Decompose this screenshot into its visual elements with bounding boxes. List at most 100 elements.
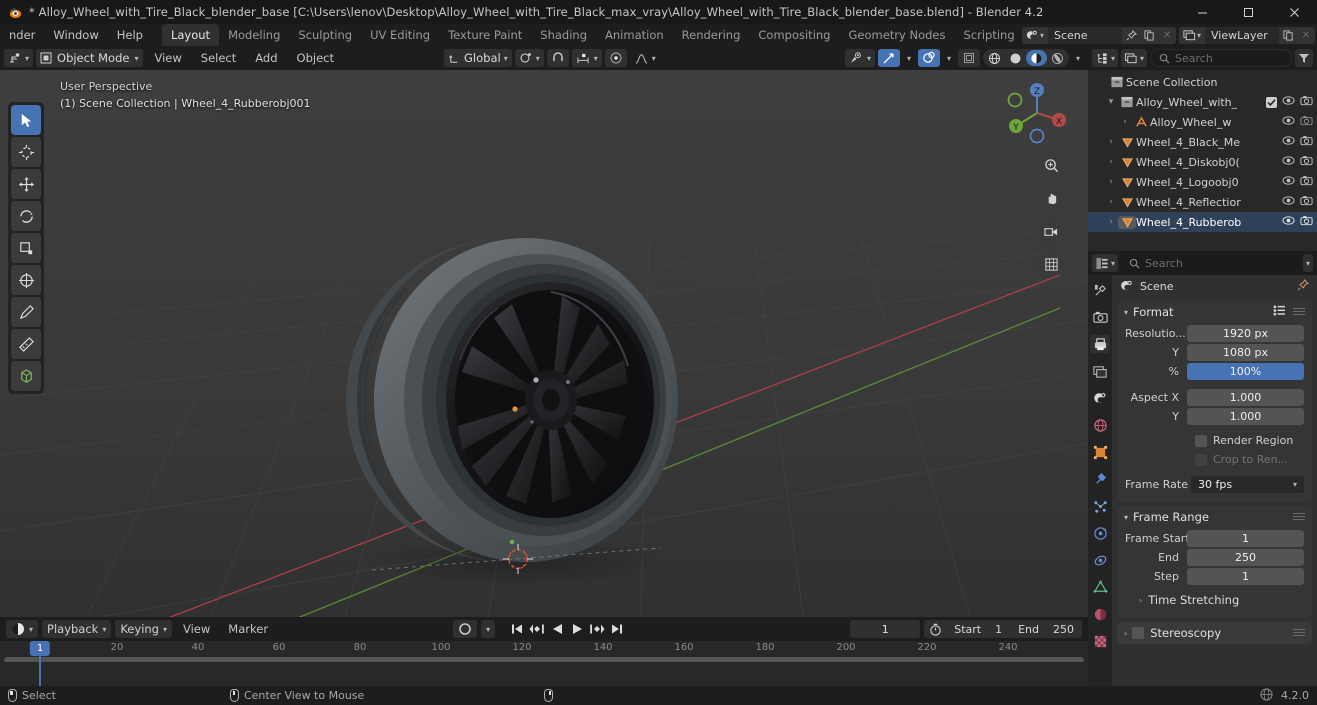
viewport-menu-select[interactable]: Select (193, 49, 244, 67)
viewlayer-selector[interactable]: ▾ ViewLayer ✕ (1179, 26, 1315, 44)
panel-stereoscopy-header[interactable]: › Stereoscopy (1117, 622, 1312, 644)
zoom-view-icon[interactable] (1038, 152, 1064, 178)
frame-start-field[interactable]: 1 (1187, 529, 1304, 547)
tab-scene[interactable] (1090, 389, 1110, 407)
current-frame-field[interactable]: 1 (850, 620, 921, 638)
panel-collapse-chevron-icon[interactable]: ▾ (1124, 308, 1128, 317)
gizmo-options-selector[interactable]: ▾ (903, 49, 915, 67)
disable-in-renders-icon[interactable] (1300, 155, 1313, 169)
snap-options-selector[interactable]: ▾ (571, 49, 602, 67)
overlays-toggle[interactable] (917, 49, 940, 67)
toggle-orthographic-icon[interactable] (1038, 251, 1064, 277)
pin-scene-icon[interactable] (1122, 26, 1140, 44)
panel-drag-handle[interactable] (1293, 626, 1305, 640)
timeline-editor-type-selector[interactable]: ▾ (6, 620, 39, 638)
jump-to-end-button[interactable] (607, 620, 627, 638)
outliner-row-object[interactable]: › Alloy_Wheel_w (1088, 112, 1317, 132)
disable-in-renders-icon[interactable] (1300, 175, 1313, 189)
playback-menu[interactable]: Playback ▾ (42, 620, 112, 638)
stereoscopy-checkbox[interactable] (1132, 627, 1145, 639)
maximize-button[interactable] (1225, 0, 1271, 24)
delete-viewlayer-icon[interactable]: ✕ (1297, 26, 1315, 44)
expand-chevron-icon[interactable]: › (1104, 177, 1118, 187)
scene-selector[interactable]: ▾ Scene ✕ (1022, 26, 1176, 44)
render-region-checkbox[interactable] (1195, 434, 1207, 447)
viewport-canvas[interactable]: User Perspective (1) Scene Collection | … (0, 70, 1088, 617)
tab-data[interactable] (1090, 578, 1110, 596)
workspace-tab-geometry-nodes[interactable]: Geometry Nodes (839, 24, 954, 46)
workspace-tab-compositing[interactable]: Compositing (749, 24, 839, 46)
resolution-x-field[interactable]: 1920 px (1187, 324, 1304, 342)
tab-particles[interactable] (1090, 497, 1110, 515)
tab-texture[interactable] (1090, 632, 1110, 650)
end-frame-field[interactable]: End 250 (1010, 620, 1082, 638)
tool-scale[interactable] (11, 233, 41, 263)
outliner-row-object[interactable]: › Wheel_4_Reflectior (1088, 192, 1317, 212)
menu-help[interactable]: Help (108, 26, 152, 44)
outliner-display-mode-selector[interactable]: ▾ (1121, 49, 1148, 67)
pivot-point-selector[interactable]: ▾ (514, 49, 544, 67)
subpanel-time-stretching[interactable]: › Time Stretching (1125, 590, 1304, 610)
subpanel-expand-chevron-icon[interactable]: › (1139, 596, 1142, 605)
navigation-gizmo[interactable]: Z X Y (1002, 78, 1072, 148)
panel-format-header[interactable]: ▾ Format (1117, 301, 1312, 323)
play-reverse-button[interactable] (547, 620, 567, 638)
expand-chevron-icon[interactable]: › (1104, 197, 1118, 207)
previous-keyframe-button[interactable] (527, 620, 547, 638)
tab-render[interactable] (1090, 308, 1110, 326)
panel-drag-handle[interactable] (1293, 305, 1305, 319)
pin-id-icon[interactable] (1297, 278, 1309, 294)
expand-chevron-icon[interactable]: › (1104, 217, 1118, 227)
editor-type-selector[interactable]: ▾ (4, 49, 34, 67)
outliner-row-object[interactable]: › Wheel_4_Diskobj0( (1088, 152, 1317, 172)
tab-view-layer[interactable] (1090, 362, 1110, 380)
jump-to-start-button[interactable] (507, 620, 527, 638)
hide-in-viewport-icon[interactable] (1282, 135, 1295, 149)
outliner-row-object[interactable]: › Wheel_4_Logoobj0 (1088, 172, 1317, 192)
shading-solid-button[interactable] (1005, 50, 1026, 66)
outliner-search-input[interactable]: Search (1150, 49, 1292, 67)
object-mode-selector[interactable]: Object Mode ▾ (36, 49, 144, 67)
tab-modifiers[interactable] (1090, 470, 1110, 488)
tool-cursor[interactable] (11, 137, 41, 167)
shading-options-selector[interactable]: ▾ (1072, 49, 1084, 67)
visibility-selector[interactable]: ▾ (844, 49, 875, 67)
workspace-tab-modeling[interactable]: Modeling (219, 24, 289, 46)
workspace-tab-sculpting[interactable]: Sculpting (289, 24, 361, 46)
outliner-row-object-selected[interactable]: › Wheel_4_Rubberob (1088, 212, 1317, 232)
panel-collapse-chevron-icon[interactable]: ▾ (1124, 513, 1128, 522)
auto-keying-options-selector[interactable]: ▾ (481, 620, 496, 638)
next-keyframe-button[interactable] (587, 620, 607, 638)
preset-list-icon[interactable] (1273, 305, 1286, 319)
tab-constraints[interactable] (1090, 551, 1110, 569)
hide-in-viewport-icon[interactable] (1282, 115, 1295, 129)
gizmo-toggle[interactable] (877, 49, 900, 67)
keying-menu[interactable]: Keying ▾ (115, 620, 172, 638)
expand-chevron-icon[interactable]: ▾ (1104, 97, 1118, 107)
properties-options-selector[interactable]: ▾ (1302, 254, 1313, 272)
menu-window[interactable]: Window (44, 26, 107, 44)
hide-in-viewport-icon[interactable] (1282, 195, 1295, 209)
proportional-falloff-selector[interactable]: ▾ (630, 49, 660, 67)
workspace-tab-scripting[interactable]: Scripting (955, 24, 1024, 46)
tool-transform[interactable] (11, 265, 41, 295)
outliner-row-scene-collection[interactable]: Scene Collection (1088, 72, 1317, 92)
panel-frame-range-header[interactable]: ▾ Frame Range (1117, 506, 1312, 528)
shading-wireframe-button[interactable] (984, 50, 1005, 66)
tab-tool[interactable] (1090, 281, 1110, 299)
tab-object[interactable] (1090, 443, 1110, 461)
shading-rendered-button[interactable] (1047, 50, 1068, 66)
tab-material[interactable] (1090, 605, 1110, 623)
resolution-percent-field[interactable]: 100% (1187, 362, 1304, 380)
viewport-menu-view[interactable]: View (146, 49, 189, 67)
outliner-editor-type-selector[interactable]: ▾ (1092, 49, 1119, 67)
scene-name[interactable]: Scene (1048, 26, 1122, 44)
tab-world[interactable] (1090, 416, 1110, 434)
snap-magnet-toggle[interactable] (546, 49, 569, 67)
auto-keying-toggle[interactable] (453, 620, 478, 638)
disable-in-renders-icon[interactable] (1300, 195, 1313, 209)
workspace-tab-rendering[interactable]: Rendering (673, 24, 750, 46)
overlays-options-selector[interactable]: ▾ (943, 49, 955, 67)
workspace-tab-layout[interactable]: Layout (161, 24, 220, 46)
outliner-row-collection[interactable]: ▾ Alloy_Wheel_with_ (1088, 92, 1317, 112)
